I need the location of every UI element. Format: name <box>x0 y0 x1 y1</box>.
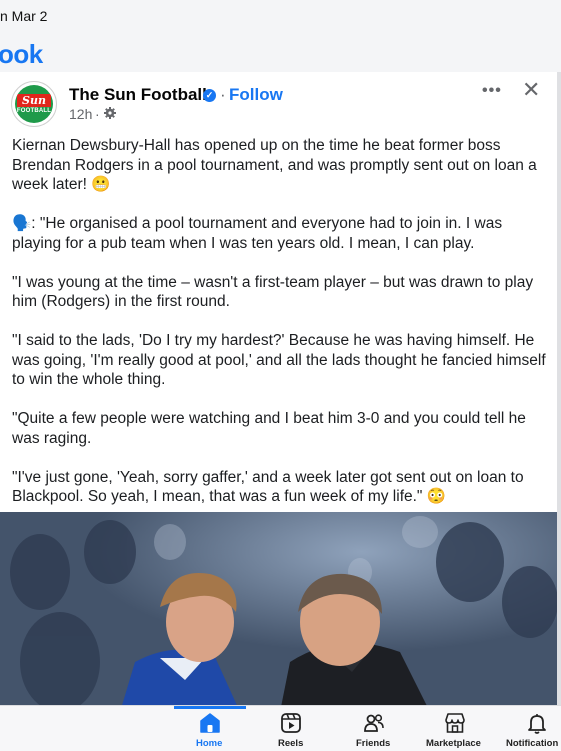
card-edge <box>557 72 561 712</box>
marketplace-icon <box>445 713 465 733</box>
reels-icon <box>281 713 301 733</box>
bottom-navigation: Home Reels Friends Marketplace Notificat… <box>0 705 561 751</box>
post-photo[interactable] <box>0 512 557 712</box>
nav-item-home[interactable]: Home <box>174 706 246 751</box>
close-icon[interactable]: ✕ <box>522 77 540 103</box>
bell-icon <box>528 714 546 734</box>
home-icon <box>200 713 220 733</box>
status-bar: n Mar 2 <box>0 0 561 34</box>
header-separator: · <box>220 85 226 104</box>
post-timestamp[interactable]: 12h <box>69 106 92 122</box>
nav-label-marketplace: Marketplace <box>426 738 481 749</box>
nav-item-friends[interactable]: Friends <box>350 706 398 751</box>
post-paragraph: "I've just gone, 'Yeah, sorry gaffer,' a… <box>12 468 524 506</box>
privacy-gear-icon <box>104 107 116 119</box>
nav-item-marketplace[interactable]: Marketplace <box>420 706 490 751</box>
post-card: Sun FOOTBALL The Sun Football ✓ · Follow… <box>0 72 557 712</box>
friends-icon <box>364 714 384 732</box>
nav-label-notifications: Notification <box>506 738 559 749</box>
nav-label-home: Home <box>196 738 223 749</box>
page-name[interactable]: The Sun Football <box>69 85 207 105</box>
nav-item-reels[interactable]: Reels <box>266 706 316 751</box>
post-text: Kiernan Dewsbury-Hall has opened up on t… <box>12 136 552 526</box>
post-paragraph: "I was young at the time – wasn't a firs… <box>12 273 534 311</box>
app-header: ook <box>0 34 561 72</box>
avatar[interactable]: Sun FOOTBALL <box>11 81 57 127</box>
verified-badge-icon: ✓ <box>203 89 216 102</box>
post-paragraph: "I said to the lads, 'Do I try my hardes… <box>12 332 546 388</box>
post-paragraph: "Quite a few people were watching and I … <box>12 410 526 447</box>
follow-button[interactable]: Follow <box>229 85 283 105</box>
nav-label-friends: Friends <box>356 738 391 749</box>
post-paragraph: Kiernan Dewsbury-Hall has opened up on t… <box>12 137 537 193</box>
nav-item-notifications[interactable]: Notification <box>500 706 561 751</box>
status-date: n Mar 2 <box>0 8 48 24</box>
timestamp-separator: · <box>95 106 100 122</box>
nav-label-reels: Reels <box>278 738 304 749</box>
more-options-icon[interactable]: ••• <box>482 82 502 100</box>
avatar-brand-text: Sun <box>17 94 51 107</box>
post-paragraph: 🗣️: "He organised a pool tournament and … <box>12 215 503 252</box>
avatar-sub-text: FOOTBALL <box>16 108 52 114</box>
avatar-logo: Sun FOOTBALL <box>15 85 53 123</box>
app-logo[interactable]: ook <box>0 39 43 70</box>
